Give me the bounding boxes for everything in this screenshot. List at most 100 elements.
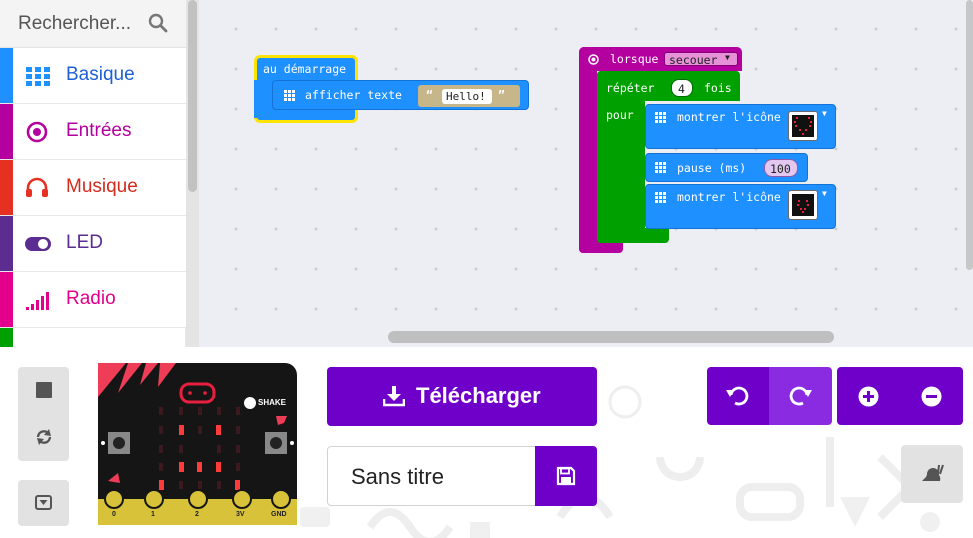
search-icon[interactable] [148,13,168,33]
shake-label[interactable]: SHAKE [258,398,286,407]
download-button[interactable]: Télécharger [327,367,597,426]
toolbox-scrollbar-thumb[interactable] [188,0,197,192]
undo-button[interactable] [707,367,769,425]
collapse-simulator-button[interactable] [18,480,69,526]
radio-target-icon [26,121,48,143]
category-basique[interactable]: Basique [0,48,186,104]
gesture-dropdown[interactable]: secouer ▼ [664,52,738,67]
category-radio[interactable]: Radio [0,272,186,328]
pin-label[interactable]: 2 [195,511,199,518]
icon-picker[interactable] [788,111,818,141]
show-icon-label: montrer l'icône [677,190,781,204]
pause-value[interactable]: 100 [770,162,791,176]
zoom-out-icon[interactable] [921,386,942,407]
repeat-label: répéter [606,81,655,95]
floppy-disk-icon [556,466,576,486]
category-color-bar [0,272,13,327]
grid-icon [284,90,295,101]
collapse-icon [35,495,52,510]
open-quote-icon: “ [426,88,433,102]
on-start-spine [254,80,266,118]
workspace-vertical-scrollbar-thumb[interactable] [966,0,973,270]
close-quote-icon: ” [498,88,505,102]
simulator-controls [18,367,69,461]
gesture-value[interactable]: secouer [669,53,717,67]
toolbox-scrollbar[interactable] [186,0,199,347]
category-boucles-partial[interactable] [0,328,13,347]
search-input[interactable]: Rechercher... [18,13,131,35]
restart-icon[interactable] [34,427,54,447]
redo-icon [789,386,812,406]
category-led[interactable]: LED [0,216,186,272]
pin-label[interactable]: GND [271,511,287,518]
zoom-in-icon[interactable] [858,386,879,407]
repeat-count[interactable]: 4 [678,82,685,96]
pause-label: pause (ms) [677,161,747,175]
icon-picker[interactable] [788,190,818,220]
makecode-editor: Rechercher... Basique Entrées Musique LE… [0,0,973,538]
chevron-down-icon: ▼ [822,109,827,118]
radio-target-icon [588,54,599,65]
string-value[interactable]: Hello! [446,90,486,103]
download-label: Télécharger [416,383,541,408]
show-icon-block[interactable]: montrer l'icône ▼ [645,104,836,149]
category-entrees[interactable]: Entrées [0,104,186,160]
project-name-value[interactable]: Sans titre [351,464,444,490]
toolbox: Rechercher... Basique Entrées Musique LE… [0,0,186,347]
snail-icon [922,464,944,481]
stop-icon[interactable] [36,382,52,398]
pin-label[interactable]: 3V [236,511,245,518]
small-heart-icon [797,200,809,213]
repeat-spine [597,71,645,243]
show-string-label: afficher texte [305,88,402,102]
save-button[interactable] [535,446,597,506]
repeat-footer [597,228,669,243]
category-color-bar [0,48,13,103]
workspace-vertical-scrollbar[interactable] [966,0,973,290]
download-icon [383,386,405,407]
search-box[interactable]: Rechercher... [0,0,186,48]
chevron-down-icon: ▼ [822,189,827,198]
category-color-bar [0,216,13,271]
show-icon-label: montrer l'icône [677,110,781,124]
redo-button[interactable] [769,367,832,425]
blocks-workspace[interactable]: au démarrage afficher texte “ Hello! ” l… [199,0,973,347]
category-musique[interactable]: Musique [0,160,186,216]
repeat-times-label: fois [704,81,732,95]
category-label: Radio [66,288,116,309]
grid-icon [655,192,666,203]
editor-toolbar-area: SHAKE 0 1 2 3V GND Télécharger Sans titr… [0,347,973,538]
zoom-group [837,367,963,425]
category-color-bar [0,104,13,159]
on-start-label: au démarrage [263,62,347,76]
headphones-icon [26,177,48,197]
slow-motion-button[interactable] [901,445,963,503]
grid-icon [655,162,666,173]
chevron-down-icon: ▼ [725,53,730,62]
pin-label[interactable]: 1 [151,511,155,518]
large-heart-icon [794,117,812,135]
signal-bars-icon [26,292,49,310]
undo-icon [726,386,749,406]
grid-icon [26,67,50,86]
on-gesture-label: lorsque [610,52,659,66]
grid-icon [655,112,666,123]
pin-label[interactable]: 0 [112,511,116,518]
category-label: Basique [66,64,135,85]
show-string-block[interactable]: afficher texte “ Hello! ” [272,80,529,110]
microbit-simulator[interactable]: SHAKE 0 1 2 3V GND [98,363,297,525]
pause-value-field[interactable]: 100 [764,159,798,177]
repeat-do-label: pour [606,108,634,122]
category-label: LED [66,232,103,253]
undo-redo-group [707,367,832,425]
category-color-bar [0,160,13,215]
workspace-horizontal-scrollbar[interactable] [388,331,834,343]
toggle-icon [25,237,51,251]
string-input-block[interactable]: “ Hello! ” [418,85,520,107]
category-label: Entrées [66,120,132,141]
show-icon-block[interactable]: montrer l'icône ▼ [645,184,836,229]
repeat-count-field[interactable]: 4 [671,79,693,97]
string-value-field[interactable]: Hello! [442,89,492,104]
project-name-input[interactable]: Sans titre [327,446,536,506]
pause-block[interactable]: pause (ms) 100 [645,153,808,182]
